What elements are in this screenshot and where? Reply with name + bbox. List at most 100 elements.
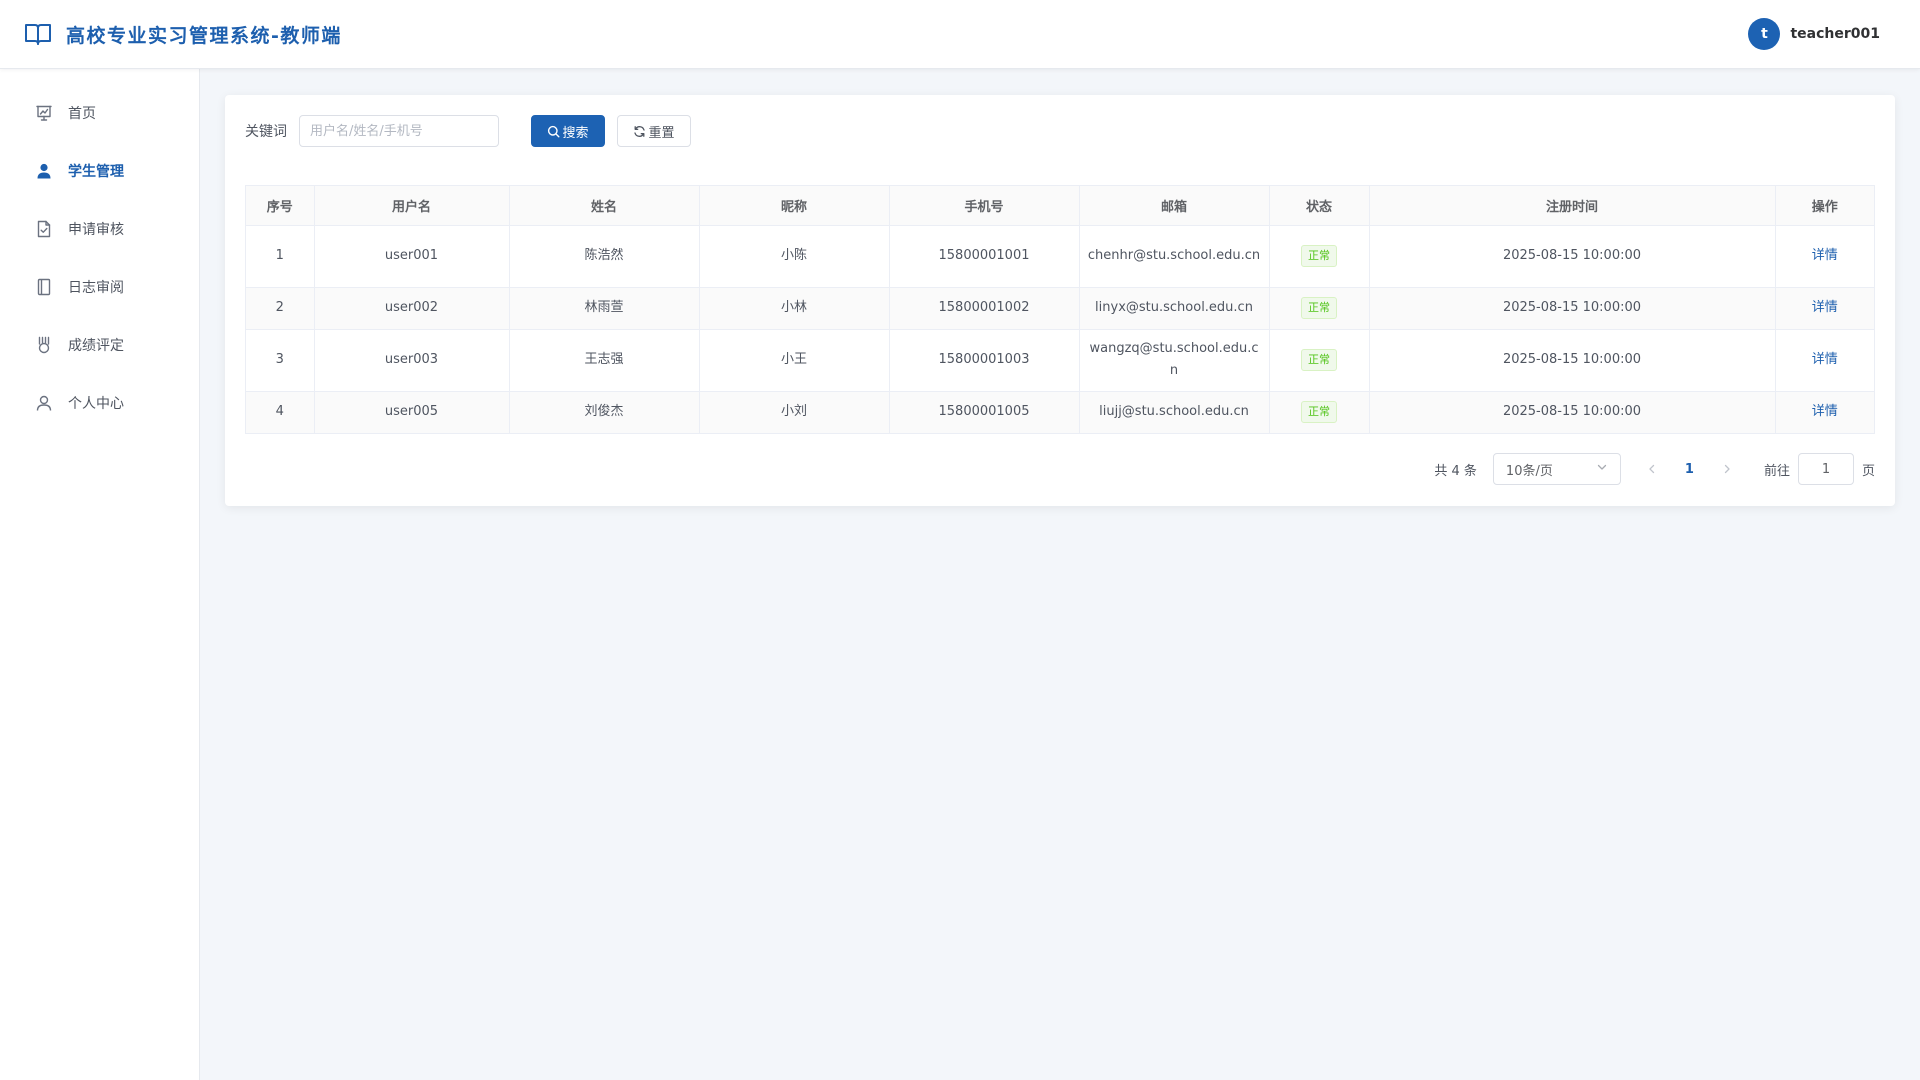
cell-registered: 2025-08-15 10:00:00 xyxy=(1369,391,1776,433)
cell-phone: 15800001001 xyxy=(889,225,1080,288)
cell-username: user001 xyxy=(314,225,510,288)
sidebar-item-application-review[interactable]: 申请审核 xyxy=(0,200,199,258)
avatar[interactable]: t xyxy=(1748,18,1781,50)
cell-action: 详情 xyxy=(1775,329,1874,392)
table-row: 3 user003 王志强 小王 15800001003 wangzq@stu.… xyxy=(246,329,1874,392)
column-header: 姓名 xyxy=(509,186,700,226)
table-row: 1 user001 陈浩然 小陈 15800001001 chenhr@stu.… xyxy=(246,225,1874,288)
keyword-search-input[interactable] xyxy=(299,115,499,147)
search-icon xyxy=(547,125,560,138)
reset-button-label: 重置 xyxy=(648,125,675,141)
cell-nickname: 小刘 xyxy=(699,391,890,433)
refresh-icon xyxy=(633,125,646,138)
details-link[interactable]: 详情 xyxy=(1812,248,1838,263)
student-list-card: 关键词 搜索 重置 xyxy=(225,95,1895,506)
cell-name: 刘俊杰 xyxy=(509,391,700,433)
sidebar-item-grading[interactable]: 成绩评定 xyxy=(0,316,199,374)
document-check-icon xyxy=(35,220,53,238)
column-header: 昵称 xyxy=(699,186,890,226)
sidebar-item-log-review[interactable]: 日志审阅 xyxy=(0,258,199,316)
cell-action: 详情 xyxy=(1775,391,1874,433)
sidebar: 首页 学生管理 申请审核 日志审阅 成绩评定 个人中心 xyxy=(0,69,200,1080)
column-header: 注册时间 xyxy=(1369,186,1776,226)
app-title: 高校专业实习管理系统-教师端 xyxy=(66,24,342,47)
cell-email: liujj@stu.school.edu.cn xyxy=(1079,391,1270,433)
next-page-chevron-right-icon[interactable] xyxy=(1720,462,1734,476)
top-header: 高校专业实习管理系统-教师端 t teacher001 xyxy=(0,0,1920,69)
cell-status: 正常 xyxy=(1269,287,1370,330)
column-header: 邮箱 xyxy=(1079,186,1270,226)
sidebar-item-label: 首页 xyxy=(68,106,96,122)
sidebar-item-label: 申请审核 xyxy=(68,222,124,238)
cell-name: 林雨萱 xyxy=(509,287,700,330)
cell-action: 详情 xyxy=(1775,225,1874,288)
table-row: 2 user002 林雨萱 小林 15800001002 linyx@stu.s… xyxy=(246,287,1874,330)
user-icon xyxy=(35,162,53,180)
goto-page-input[interactable] xyxy=(1797,453,1854,485)
column-header: 状态 xyxy=(1269,186,1370,226)
medal-icon xyxy=(35,336,53,354)
search-bar: 关键词 搜索 重置 xyxy=(245,115,691,147)
cell-index: 2 xyxy=(246,287,315,330)
column-header: 操作 xyxy=(1775,186,1874,226)
cell-registered: 2025-08-15 10:00:00 xyxy=(1369,225,1776,288)
page-size-value: 10条/页 xyxy=(1505,463,1553,479)
keyword-label: 关键词 xyxy=(245,124,287,140)
cell-registered: 2025-08-15 10:00:00 xyxy=(1369,287,1776,330)
prev-page-chevron-left-icon[interactable] xyxy=(1645,462,1659,476)
book-open-icon xyxy=(24,20,52,48)
cell-status: 正常 xyxy=(1269,329,1370,392)
details-link[interactable]: 详情 xyxy=(1812,300,1838,315)
goto-prefix: 前往 xyxy=(1763,463,1790,479)
cell-nickname: 小王 xyxy=(699,329,890,392)
cell-nickname: 小林 xyxy=(699,287,890,330)
column-header: 用户名 xyxy=(314,186,510,226)
cell-action: 详情 xyxy=(1775,287,1874,330)
cell-registered: 2025-08-15 10:00:00 xyxy=(1369,329,1776,392)
table-row: 4 user005 刘俊杰 小刘 15800001005 liujj@stu.s… xyxy=(246,391,1874,433)
chevron-down-icon xyxy=(1596,461,1608,477)
cell-phone: 15800001005 xyxy=(889,391,1080,433)
cell-status: 正常 xyxy=(1269,391,1370,433)
cell-username: user005 xyxy=(314,391,510,433)
sidebar-item-label: 个人中心 xyxy=(68,396,124,412)
cell-index: 1 xyxy=(246,225,315,288)
sidebar-item-profile[interactable]: 个人中心 xyxy=(0,374,199,432)
notebook-icon xyxy=(35,278,53,296)
sidebar-item-home[interactable]: 首页 xyxy=(0,84,199,142)
cell-email: linyx@stu.school.edu.cn xyxy=(1079,287,1270,330)
cell-status: 正常 xyxy=(1269,225,1370,288)
student-table: 序号 用户名 姓名 昵称 手机号 邮箱 状态 注册时间 操作 1 user001… xyxy=(245,185,1875,434)
page-size-select[interactable]: 10条/页 xyxy=(1492,453,1621,485)
cell-phone: 15800001003 xyxy=(889,329,1080,392)
sidebar-item-label: 日志审阅 xyxy=(68,280,124,296)
sidebar-item-label: 成绩评定 xyxy=(68,338,124,354)
total-count: 共 4 条 xyxy=(1434,463,1477,479)
status-badge: 正常 xyxy=(1301,297,1337,319)
cell-username: user002 xyxy=(314,287,510,330)
user-outline-icon xyxy=(35,394,53,412)
cell-index: 3 xyxy=(246,329,315,392)
cell-name: 陈浩然 xyxy=(509,225,700,288)
cell-email: chenhr@stu.school.edu.cn xyxy=(1079,225,1270,288)
page-number-current[interactable]: 1 xyxy=(1685,462,1694,477)
user-menu[interactable]: t teacher001 xyxy=(1748,18,1880,50)
sidebar-item-student-management[interactable]: 学生管理 xyxy=(0,142,199,200)
username[interactable]: teacher001 xyxy=(1790,26,1880,42)
cell-email: wangzq@stu.school.edu.cn xyxy=(1079,329,1270,392)
sidebar-item-label: 学生管理 xyxy=(68,164,124,180)
search-button[interactable]: 搜索 xyxy=(531,115,605,147)
search-button-label: 搜索 xyxy=(562,125,589,141)
status-badge: 正常 xyxy=(1301,245,1337,267)
details-link[interactable]: 详情 xyxy=(1812,352,1838,367)
cell-nickname: 小陈 xyxy=(699,225,890,288)
cell-index: 4 xyxy=(246,391,315,433)
column-header: 手机号 xyxy=(889,186,1080,226)
reset-button[interactable]: 重置 xyxy=(617,115,691,147)
table-header-row: 序号 用户名 姓名 昵称 手机号 邮箱 状态 注册时间 操作 xyxy=(246,186,1874,226)
status-badge: 正常 xyxy=(1301,349,1337,371)
brand: 高校专业实习管理系统-教师端 xyxy=(24,20,342,48)
details-link[interactable]: 详情 xyxy=(1812,404,1838,419)
status-badge: 正常 xyxy=(1301,401,1337,424)
cell-username: user003 xyxy=(314,329,510,392)
